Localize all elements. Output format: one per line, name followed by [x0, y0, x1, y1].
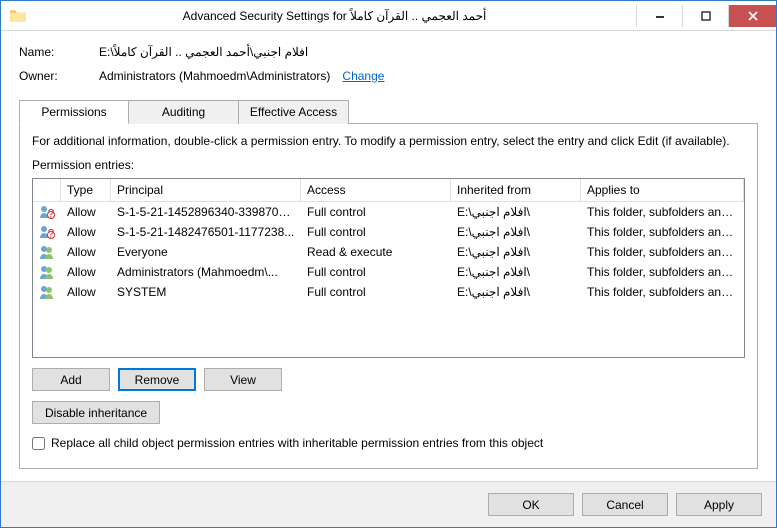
principal-icon	[33, 242, 61, 262]
header-access[interactable]: Access	[301, 179, 451, 201]
tab-auditing[interactable]: Auditing	[129, 100, 239, 124]
header-type[interactable]: Type	[61, 179, 111, 201]
cell-access: Full control	[301, 223, 451, 241]
svg-text:?: ?	[48, 227, 55, 241]
cell-principal: S-1-5-21-1452896340-3398700...	[111, 203, 301, 221]
footer: OK Cancel Apply	[1, 481, 776, 527]
replace-checkbox-label: Replace all child object permission entr…	[51, 436, 543, 450]
folder-icon	[9, 7, 27, 25]
owner-value: Administrators (Mahmoedm\Administrators)	[99, 69, 330, 83]
replace-checkbox[interactable]	[32, 437, 45, 450]
tab-body: For additional information, double-click…	[19, 123, 758, 469]
name-row: Name: E:\افلام اجنبي\أحمد العجمي .. القر…	[19, 45, 758, 59]
minimize-button[interactable]	[636, 5, 682, 27]
owner-label: Owner:	[19, 69, 99, 83]
cell-access: Full control	[301, 203, 451, 221]
cell-access: Read & execute	[301, 243, 451, 261]
maximize-button[interactable]	[682, 5, 728, 27]
name-value: E:\افلام اجنبي\أحمد العجمي .. القرآن كام…	[99, 45, 308, 59]
cell-inherited: E:\افلام اجنبي\	[451, 283, 581, 301]
name-label: Name:	[19, 45, 99, 59]
header-inherited[interactable]: Inherited from	[451, 179, 581, 201]
cell-type: Allow	[61, 243, 111, 261]
window-title: Advanced Security Settings for أحمد العج…	[33, 9, 636, 23]
add-button[interactable]: Add	[32, 368, 110, 391]
replace-checkbox-row[interactable]: Replace all child object permission entr…	[32, 436, 745, 450]
cell-type: Allow	[61, 223, 111, 241]
cell-applies: This folder, subfolders and files	[581, 283, 744, 301]
cell-principal: Administrators (Mahmoedm\...	[111, 263, 301, 281]
close-button[interactable]	[728, 5, 776, 27]
table-row[interactable]: AllowEveryoneRead & executeE:\افلام اجنب…	[33, 242, 744, 262]
entries-label: Permission entries:	[32, 158, 745, 172]
principal-icon: ?	[33, 202, 61, 222]
tab-permissions[interactable]: Permissions	[19, 100, 129, 124]
cell-type: Allow	[61, 203, 111, 221]
info-text: For additional information, double-click…	[32, 134, 745, 148]
titlebar: Advanced Security Settings for أحمد العج…	[1, 1, 776, 31]
table-row[interactable]: AllowSYSTEMFull controlE:\افلام اجنبي\Th…	[33, 282, 744, 302]
cell-principal: S-1-5-21-1482476501-1177238...	[111, 223, 301, 241]
cell-applies: This folder, subfolders and files	[581, 203, 744, 221]
cancel-button[interactable]: Cancel	[582, 493, 668, 516]
cell-type: Allow	[61, 263, 111, 281]
remove-button[interactable]: Remove	[118, 368, 196, 391]
tab-effective-access[interactable]: Effective Access	[239, 100, 349, 124]
ok-button[interactable]: OK	[488, 493, 574, 516]
table-row[interactable]: ? AllowS-1-5-21-1452896340-3398700...Full…	[33, 202, 744, 222]
principal-icon: ?	[33, 222, 61, 242]
content: Name: E:\افلام اجنبي\أحمد العجمي .. القر…	[1, 31, 776, 481]
owner-row: Owner: Administrators (Mahmoedm\Administ…	[19, 69, 758, 83]
tabs: Permissions Auditing Effective Access	[19, 99, 758, 123]
cell-applies: This folder, subfolders and files	[581, 223, 744, 241]
cell-applies: This folder, subfolders and files	[581, 243, 744, 261]
apply-button[interactable]: Apply	[676, 493, 762, 516]
grid-body: ?AllowS-1-5-21-1452896340-3398700...Full…	[33, 202, 744, 302]
svg-text:?: ?	[48, 207, 55, 221]
cell-inherited: E:\افلام اجنبي\	[451, 243, 581, 261]
button-row-1: Add Remove View	[32, 368, 745, 391]
window-controls	[636, 5, 776, 27]
cell-principal: SYSTEM	[111, 283, 301, 301]
cell-access: Full control	[301, 283, 451, 301]
cell-inherited: E:\افلام اجنبي\	[451, 203, 581, 221]
button-row-2: Disable inheritance	[32, 401, 745, 424]
cell-type: Allow	[61, 283, 111, 301]
header-icon[interactable]	[33, 179, 61, 201]
principal-icon	[33, 282, 61, 302]
disable-inheritance-button[interactable]: Disable inheritance	[32, 401, 160, 424]
cell-inherited: E:\افلام اجنبي\	[451, 223, 581, 241]
change-owner-link[interactable]: Change	[342, 69, 384, 83]
table-row[interactable]: ? AllowS-1-5-21-1482476501-1177238...Full…	[33, 222, 744, 242]
cell-inherited: E:\افلام اجنبي\	[451, 263, 581, 281]
cell-applies: This folder, subfolders and files	[581, 263, 744, 281]
view-button[interactable]: View	[204, 368, 282, 391]
window: Advanced Security Settings for أحمد العج…	[0, 0, 777, 528]
table-row[interactable]: AllowAdministrators (Mahmoedm\...Full co…	[33, 262, 744, 282]
principal-icon	[33, 262, 61, 282]
header-applies[interactable]: Applies to	[581, 179, 744, 201]
grid-header: Type Principal Access Inherited from App…	[33, 179, 744, 202]
permission-grid: Type Principal Access Inherited from App…	[32, 178, 745, 358]
header-principal[interactable]: Principal	[111, 179, 301, 201]
cell-principal: Everyone	[111, 243, 301, 261]
cell-access: Full control	[301, 263, 451, 281]
